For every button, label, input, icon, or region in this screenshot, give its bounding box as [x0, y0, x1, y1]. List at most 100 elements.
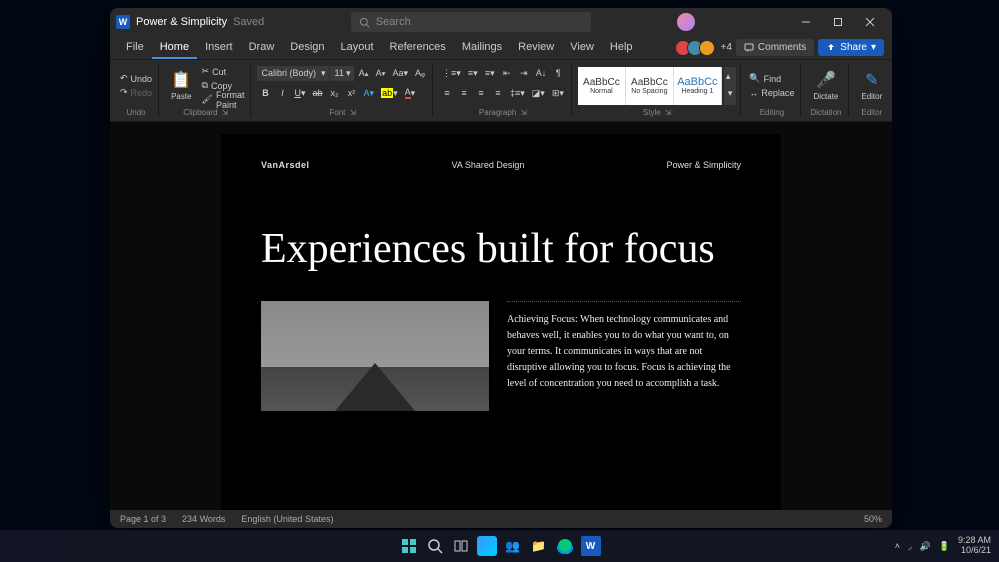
page[interactable]: VanArsdel VA Shared Design Power & Simpl…: [221, 134, 781, 510]
save-status: Saved: [233, 16, 264, 28]
increase-indent-button[interactable]: ⇥: [516, 64, 532, 82]
image-placeholder[interactable]: [261, 301, 489, 411]
sort-button[interactable]: A↓: [533, 64, 550, 82]
redo-button[interactable]: ↷Redo: [118, 86, 154, 99]
tab-mailings[interactable]: Mailings: [454, 37, 510, 59]
chevron-down-icon: ▾: [871, 42, 876, 53]
tab-home[interactable]: Home: [152, 37, 197, 59]
explorer-icon[interactable]: 📁: [529, 536, 549, 556]
style-heading-1[interactable]: AaBbCcHeading 1: [674, 67, 722, 105]
bullets-button[interactable]: ⋮≡▾: [439, 64, 464, 82]
group-dictation: 🎤Dictate Dictation: [803, 64, 849, 117]
numbering-button[interactable]: ≡▾: [465, 64, 481, 82]
body-text[interactable]: Achieving Focus: When technology communi…: [507, 301, 741, 411]
taskbar-search-button[interactable]: [425, 536, 445, 556]
word-taskbar-icon[interactable]: W: [581, 536, 601, 556]
page-indicator[interactable]: Page 1 of 3: [120, 514, 166, 524]
user-avatar[interactable]: [677, 13, 695, 31]
clock[interactable]: 9:28 AM 10/6/21: [958, 536, 991, 556]
tab-layout[interactable]: Layout: [333, 37, 382, 59]
cut-button[interactable]: ✂Cut: [200, 65, 247, 78]
shading-button[interactable]: ◪▾: [529, 84, 548, 102]
style-gallery-more[interactable]: ▴▾: [724, 67, 737, 105]
highlight-button[interactable]: ab▾: [378, 84, 401, 102]
task-view-button[interactable]: [451, 536, 471, 556]
taskbar: 👥 📁 W ˄ ◞ 🔊 🔋 9:28 AM 10/6/21: [0, 530, 999, 562]
font-size-select[interactable]: 11▾: [330, 66, 354, 81]
style-normal[interactable]: AaBbCcNormal: [578, 67, 626, 105]
teams-icon[interactable]: 👥: [503, 536, 523, 556]
tab-design[interactable]: Design: [282, 37, 332, 59]
search-input[interactable]: Search: [351, 12, 591, 32]
find-button[interactable]: 🔍Find: [747, 72, 796, 85]
maximize-button[interactable]: [822, 8, 854, 36]
volume-icon[interactable]: 🔊: [920, 541, 931, 552]
edge-icon[interactable]: [555, 536, 575, 556]
font-name-select[interactable]: Calibri (Body)▾: [257, 66, 329, 81]
tab-help[interactable]: Help: [602, 37, 641, 59]
ribbon-tabs: FileHomeInsertDrawDesignLayoutReferences…: [110, 36, 892, 60]
font-color-button[interactable]: A▾: [402, 84, 419, 102]
group-font: Calibri (Body)▾ 11▾ A▴ A▾ Aa▾ Aᵩ B I U▾ …: [253, 64, 433, 117]
dialog-launcher-icon[interactable]: ⇲: [665, 108, 672, 117]
close-button[interactable]: [854, 8, 886, 36]
line-spacing-button[interactable]: ‡≡▾: [507, 84, 528, 102]
tab-file[interactable]: File: [118, 37, 152, 59]
align-left-button[interactable]: ≡: [439, 84, 455, 102]
headline[interactable]: Experiences built for focus: [261, 226, 741, 273]
tab-review[interactable]: Review: [510, 37, 562, 59]
bold-button[interactable]: B: [257, 84, 273, 102]
word-app-icon: W: [116, 15, 130, 29]
word-count[interactable]: 234 Words: [182, 514, 225, 524]
editor-button[interactable]: ✎Editor: [855, 68, 888, 103]
language-indicator[interactable]: English (United States): [241, 514, 333, 524]
document-area[interactable]: VanArsdel VA Shared Design Power & Simpl…: [110, 122, 892, 510]
dialog-launcher-icon[interactable]: ⇲: [349, 108, 356, 117]
shrink-font-button[interactable]: A▾: [372, 64, 388, 82]
strikethrough-button[interactable]: ab: [310, 84, 326, 102]
comments-button[interactable]: Comments: [736, 39, 814, 56]
paste-button[interactable]: 📋 Paste: [165, 68, 197, 103]
decrease-indent-button[interactable]: ⇤: [499, 64, 515, 82]
align-center-button[interactable]: ≡: [456, 84, 472, 102]
style-gallery[interactable]: AaBbCcNormal AaBbCcNo Spacing AaBbCcHead…: [578, 67, 722, 105]
tab-references[interactable]: References: [382, 37, 454, 59]
tray-chevron-icon[interactable]: ˄: [895, 541, 900, 551]
share-button[interactable]: Share ▾: [818, 39, 884, 56]
zoom-level[interactable]: 50%: [864, 514, 882, 524]
statusbar: Page 1 of 3 234 Words English (United St…: [110, 510, 892, 528]
battery-icon[interactable]: 🔋: [939, 541, 950, 552]
dictate-button[interactable]: 🎤Dictate: [807, 68, 844, 103]
underline-button[interactable]: U▾: [291, 84, 308, 102]
widgets-button[interactable]: [477, 536, 497, 556]
start-button[interactable]: [399, 536, 419, 556]
undo-button[interactable]: ↶Undo: [118, 72, 154, 85]
subscript-button[interactable]: x₂: [327, 84, 343, 102]
chevron-down-icon: ▾: [346, 68, 351, 79]
header-right: Power & Simplicity: [666, 160, 741, 170]
clear-format-button[interactable]: Aᵩ: [412, 64, 428, 82]
show-marks-button[interactable]: ¶: [550, 64, 566, 82]
multilevel-button[interactable]: ≡▾: [482, 64, 498, 82]
superscript-button[interactable]: x²: [344, 84, 360, 102]
change-case-button[interactable]: Aa▾: [389, 64, 411, 82]
italic-button[interactable]: I: [274, 84, 290, 102]
collaborator-avatars[interactable]: [679, 40, 715, 56]
group-undo: ↶Undo ↷Redo Undo: [114, 64, 159, 117]
dialog-launcher-icon[interactable]: ⇲: [520, 108, 527, 117]
tab-insert[interactable]: Insert: [197, 37, 241, 59]
align-right-button[interactable]: ≡: [473, 84, 489, 102]
format-painter-button[interactable]: 🖌Format Paint: [200, 93, 247, 106]
grow-font-button[interactable]: A▴: [355, 64, 371, 82]
wifi-icon[interactable]: ◞: [908, 541, 912, 552]
tab-view[interactable]: View: [562, 37, 602, 59]
minimize-button[interactable]: [790, 8, 822, 36]
borders-button[interactable]: ⊞▾: [549, 84, 567, 102]
tab-draw[interactable]: Draw: [241, 37, 283, 59]
text-effects-button[interactable]: A▾: [361, 84, 378, 102]
style-no-spacing[interactable]: AaBbCcNo Spacing: [626, 67, 674, 105]
dialog-launcher-icon[interactable]: ⇲: [222, 108, 229, 117]
search-placeholder: Search: [376, 16, 411, 28]
justify-button[interactable]: ≡: [490, 84, 506, 102]
replace-button[interactable]: ↔Replace: [747, 86, 796, 99]
